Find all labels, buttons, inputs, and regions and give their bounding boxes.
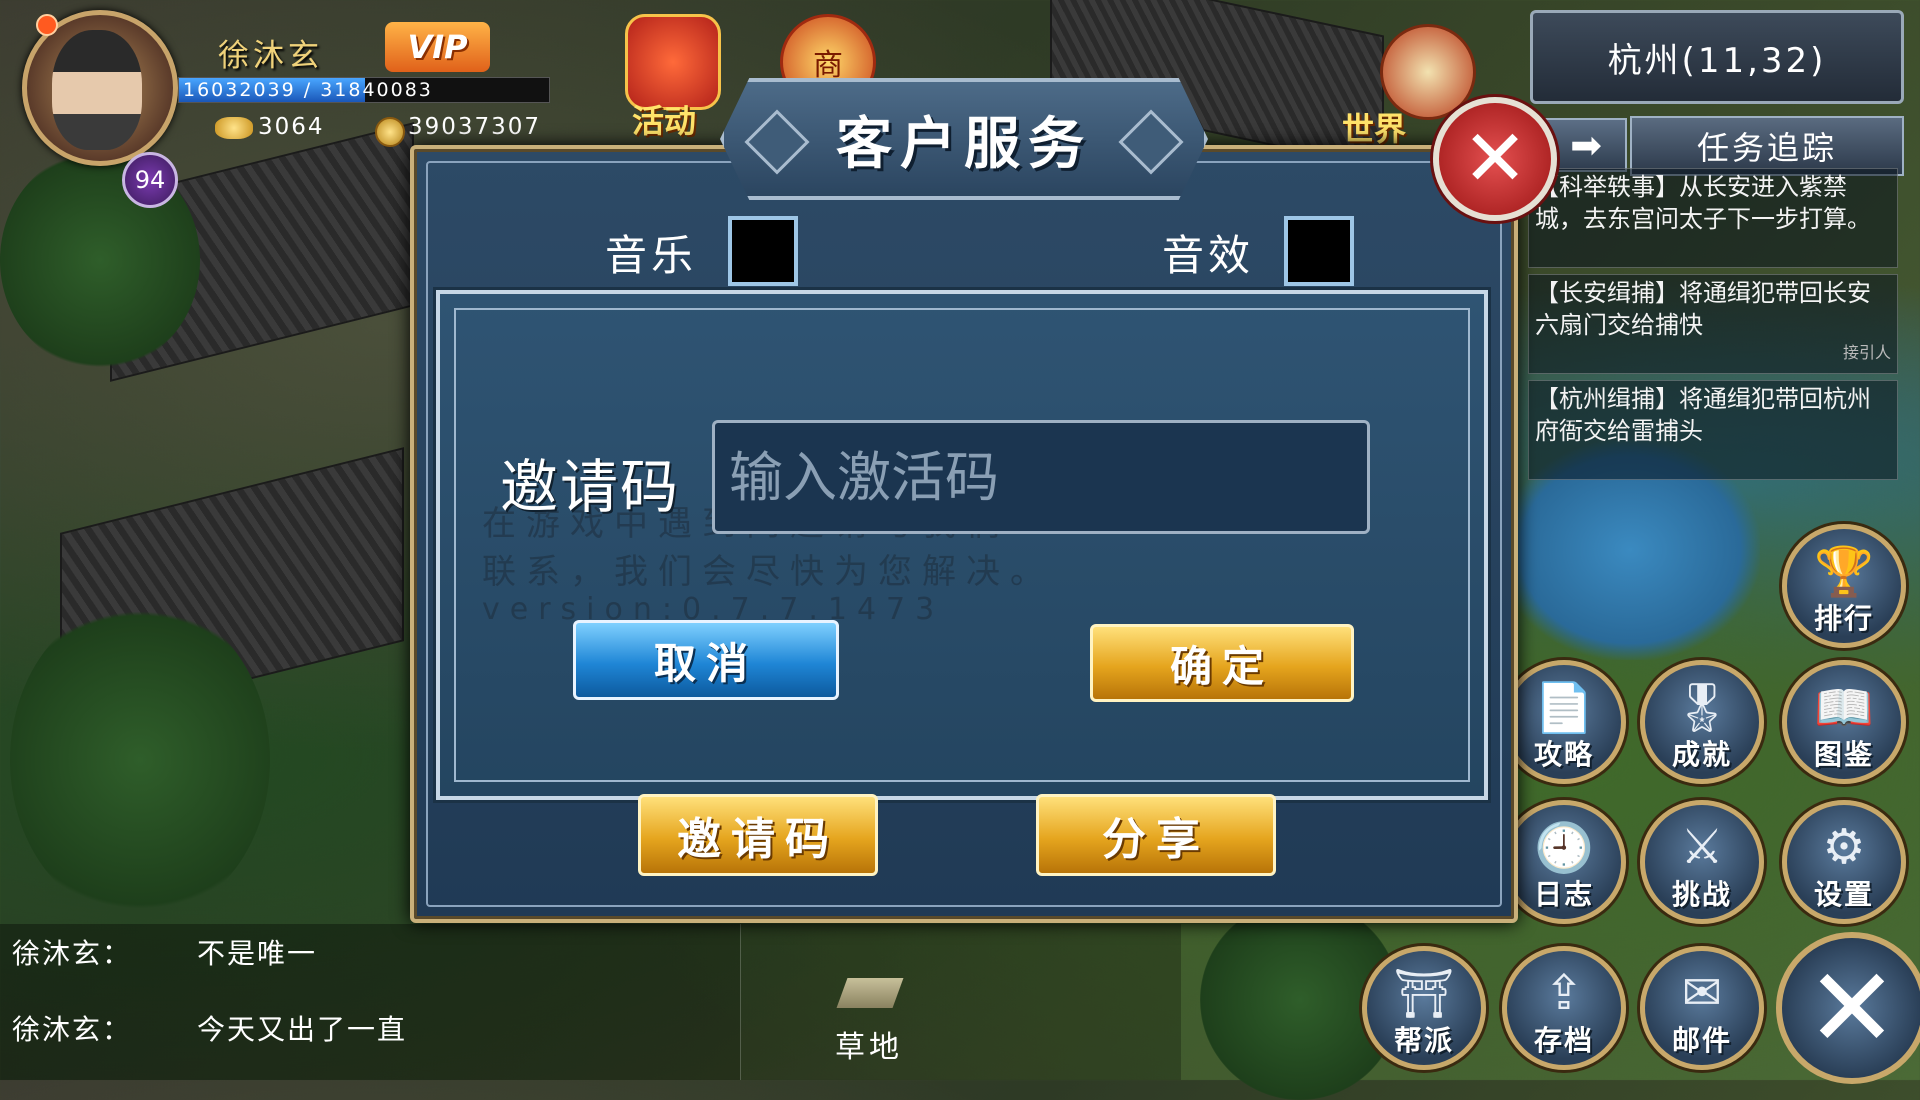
exp-text: 16032039 / 31840083 — [183, 79, 433, 101]
coin-icon — [375, 117, 405, 147]
quest-hint: 接引人 — [1842, 343, 1891, 362]
music-checkbox[interactable] — [728, 216, 798, 286]
vip-badge[interactable]: VIP — [385, 22, 490, 72]
quest-tracker-title[interactable]: 任务追踪 — [1630, 116, 1904, 176]
activity-label[interactable]: 活动 — [632, 96, 696, 142]
challenge-label: 挑战 — [1671, 878, 1732, 911]
trophy-icon: 🏆 — [1814, 544, 1874, 600]
sfx-checkbox[interactable] — [1284, 216, 1354, 286]
chat-message: 徐沐玄： 不是唯一 — [12, 932, 317, 972]
dialog-title-plate: 客户服务 — [720, 78, 1208, 200]
help-text: 联系，我们会尽快为您解决。 — [482, 552, 1054, 592]
chat-text: 今天又出了一直 — [197, 1013, 408, 1046]
guild-label: 帮派 — [1393, 1024, 1454, 1057]
document-icon: 📄 — [1534, 680, 1594, 736]
mail-button[interactable]: ✉ 邮件 — [1640, 946, 1764, 1070]
terrain-panel — [740, 924, 1181, 1080]
quest-item[interactable]: 【杭州缉捕】将通缉犯带回杭州府衙交给雷捕头 — [1528, 380, 1898, 480]
quest-item[interactable]: 【科举轶事】从长安进入紫禁城，去东宫问太子下一步打算。 — [1528, 168, 1898, 268]
invite-code-label: 邀请码 — [500, 453, 681, 521]
location-coordinates: 杭州(11,32) — [1530, 10, 1904, 104]
close-menu-button[interactable]: ✕ — [1776, 932, 1920, 1084]
diamond-ornament-icon — [744, 109, 810, 175]
diamond-ornament-icon — [1118, 109, 1184, 175]
achievement-button[interactable]: 🎖 成就 — [1640, 660, 1764, 784]
settings-label: 设置 — [1813, 878, 1874, 911]
music-label: 音乐 — [605, 231, 698, 280]
cancel-button[interactable]: 取消 — [573, 620, 839, 700]
guide-label: 攻略 — [1533, 738, 1594, 771]
sfx-label: 音效 — [1162, 231, 1255, 280]
ranking-label: 排行 — [1813, 602, 1874, 635]
quest-text: 【长安缉捕】将通缉犯带回长安六扇门交给捕快 — [1535, 279, 1871, 339]
exp-bar: 16032039 / 31840083 — [178, 77, 550, 103]
guide-button[interactable]: 📄 攻略 — [1502, 660, 1626, 784]
ranking-button[interactable]: 🏆 排行 — [1782, 524, 1906, 648]
notification-dot — [36, 14, 58, 36]
chat-sender: 徐沐玄： — [12, 937, 133, 970]
book-icon: 📖 — [1814, 680, 1874, 736]
confirm-button[interactable]: 确定 — [1090, 624, 1354, 702]
log-label: 日志 — [1533, 878, 1594, 911]
coin-amount: 39037307 — [408, 114, 542, 140]
world-label[interactable]: 世界 — [1342, 104, 1406, 150]
settings-button[interactable]: ⚙ 设置 — [1782, 800, 1906, 924]
mail-label: 邮件 — [1671, 1024, 1732, 1057]
clock-icon: 🕘 — [1534, 820, 1594, 876]
chat-message: 徐沐玄： 今天又出了一直 — [12, 1008, 407, 1048]
share-button[interactable]: 分享 — [1036, 794, 1276, 876]
invite-code-input[interactable] — [712, 420, 1370, 534]
quest-text: 【科举轶事】从长安进入紫禁城，去东宫问太子下一步打算。 — [1535, 173, 1871, 233]
codex-label: 图鉴 — [1813, 738, 1874, 771]
mail-icon: ✉ — [1681, 965, 1723, 1021]
tree — [10, 600, 270, 920]
log-button[interactable]: 🕘 日志 — [1502, 800, 1626, 924]
quest-collapse-arrow-icon[interactable]: ➡ — [1545, 118, 1627, 172]
gold-amount: 3064 — [258, 114, 325, 140]
achievement-label: 成就 — [1671, 738, 1732, 771]
terrain-label: 草地 — [835, 1030, 903, 1065]
gold-ingot-icon — [215, 117, 253, 139]
challenge-button[interactable]: ⚔ 挑战 — [1640, 800, 1764, 924]
dialog-close-button[interactable]: ✕ — [1433, 97, 1557, 221]
save-label: 存档 — [1533, 1024, 1594, 1057]
medal-icon: 🎖 — [1671, 680, 1733, 736]
invite-code-tab-button[interactable]: 邀请码 — [638, 794, 878, 876]
player-name: 徐沐玄 — [218, 38, 323, 74]
guild-button[interactable]: ⛩ 帮派 — [1362, 946, 1486, 1070]
grass-tile-icon — [836, 978, 904, 1008]
character-portrait — [52, 30, 142, 150]
quest-text: 【杭州缉捕】将通缉犯带回杭州府衙交给雷捕头 — [1535, 385, 1871, 445]
gear-icon: ⚙ — [1822, 819, 1866, 875]
guild-icon: ⛩ — [1393, 966, 1455, 1022]
quest-item[interactable]: 【长安缉捕】将通缉犯带回长安六扇门交给捕快接引人 — [1528, 274, 1898, 374]
chat-sender: 徐沐玄： — [12, 1013, 133, 1046]
codex-button[interactable]: 📖 图鉴 — [1782, 660, 1906, 784]
dialog-title: 客户服务 — [836, 111, 1092, 177]
save-button[interactable]: ⇪ 存档 — [1502, 946, 1626, 1070]
fight-icon: ⚔ — [1680, 819, 1724, 875]
level-badge: 94 — [122, 152, 178, 208]
upload-icon: ⇪ — [1543, 965, 1585, 1021]
chat-text: 不是唯一 — [197, 937, 318, 970]
